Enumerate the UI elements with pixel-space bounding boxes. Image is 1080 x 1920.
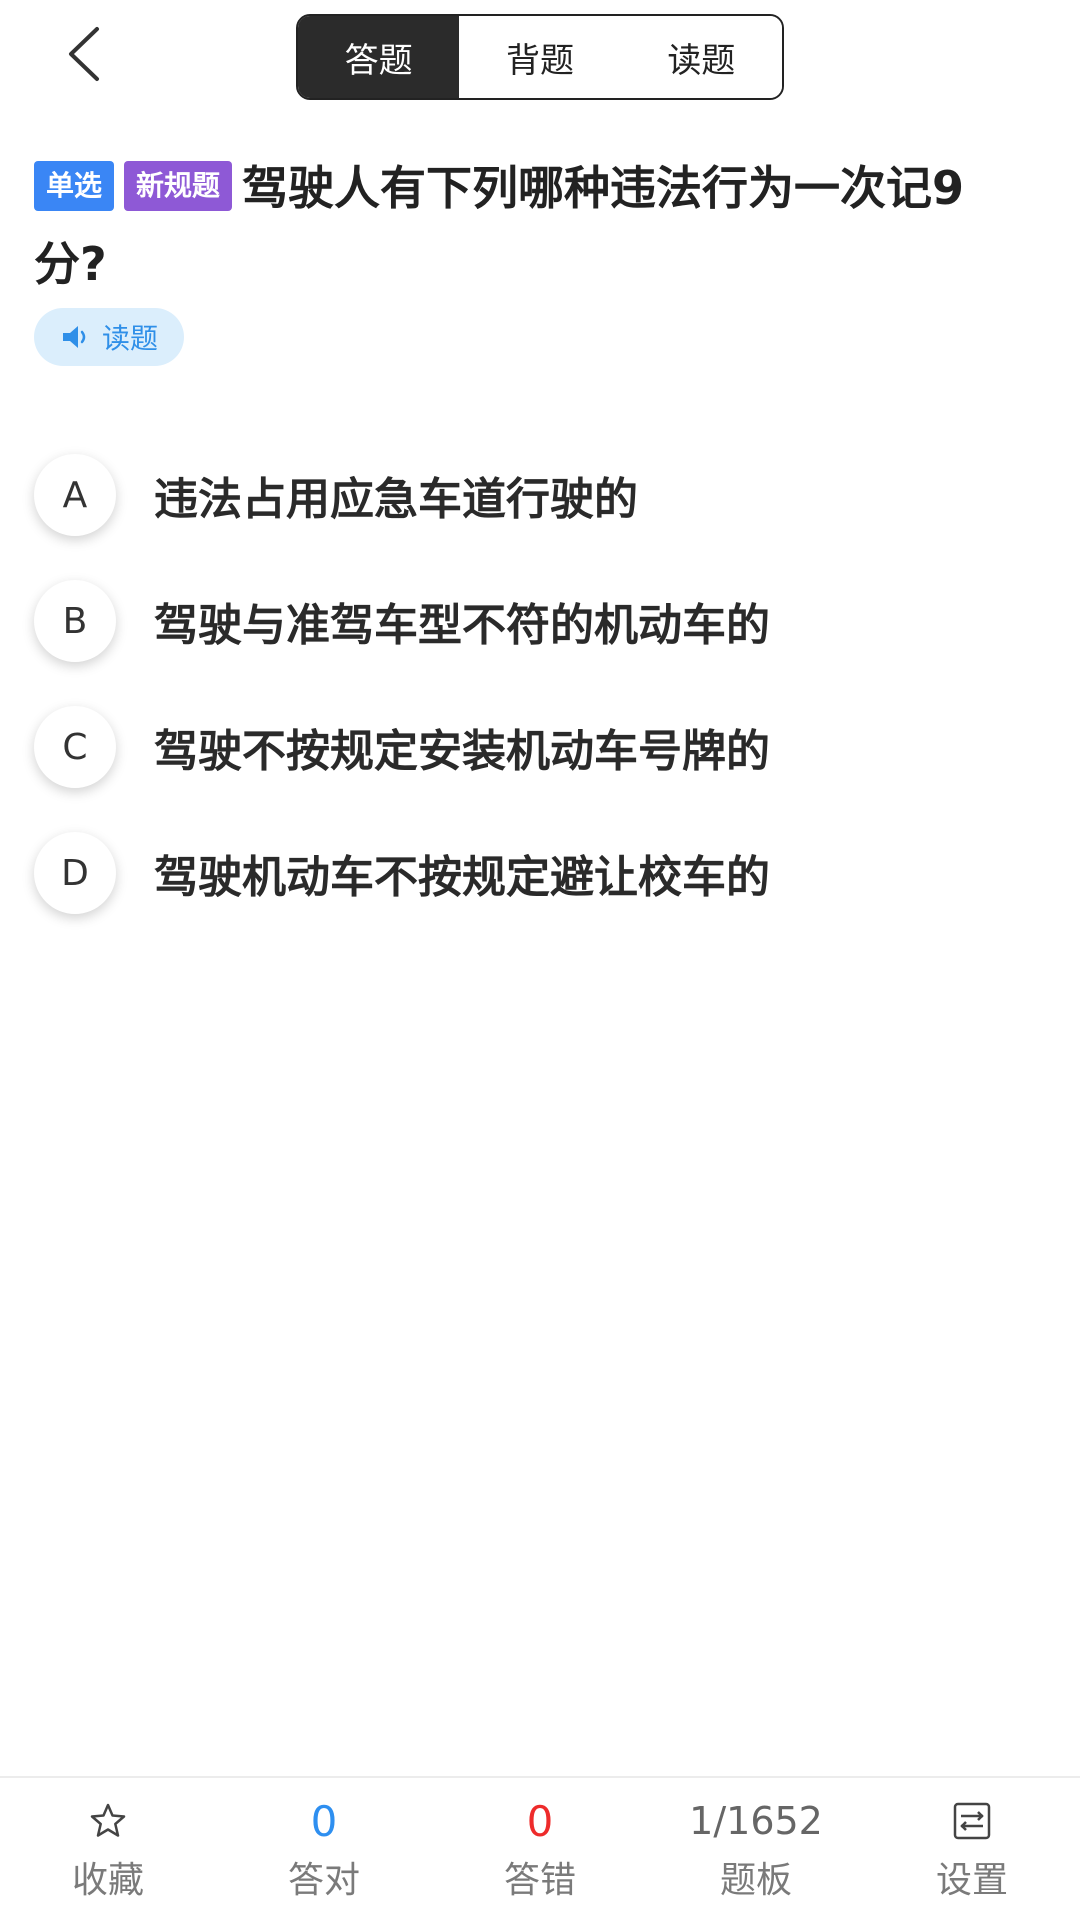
speaker-icon	[62, 326, 86, 348]
read-question-label: 读题	[101, 322, 158, 355]
settings-label: 设置	[935, 1860, 1008, 1901]
option-key: D	[34, 832, 116, 914]
favorite-label: 收藏	[71, 1860, 144, 1901]
option-text: 驾驶与准驾车型不符的机动车的	[154, 600, 770, 651]
correct-count: 0	[310, 1796, 338, 1846]
tab-read[interactable]: 读题	[620, 16, 782, 98]
tag-new-rule: 新规题	[124, 160, 233, 211]
option-key: A	[34, 454, 116, 536]
back-button[interactable]	[44, 14, 124, 94]
option-text: 驾驶不按规定安装机动车号牌的	[154, 726, 770, 777]
tab-answer[interactable]: 答题	[298, 16, 460, 98]
tag-single-choice: 单选	[34, 160, 115, 211]
mode-tabs: 答题 背题 读题	[296, 14, 784, 100]
header: 答题 背题 读题	[0, 0, 1080, 110]
correct-count-item: 0 答对	[216, 1778, 432, 1920]
option-text: 驾驶机动车不按规定避让校车的	[154, 852, 770, 903]
favorite-button[interactable]: 收藏	[0, 1778, 216, 1920]
wrong-count-item: 0 答错	[432, 1778, 648, 1920]
tab-recite[interactable]: 背题	[459, 16, 621, 98]
wrong-count: 0	[526, 1796, 554, 1846]
answer-options: A 违法占用应急车道行驶的 B 驾驶与准驾车型不符的机动车的 C 驾驶不按规定安…	[34, 432, 1044, 936]
wrong-label: 答错	[503, 1860, 576, 1901]
board-label: 题板	[719, 1860, 792, 1901]
chevron-left-icon	[69, 27, 99, 81]
option-key: B	[34, 580, 116, 662]
option-d[interactable]: D 驾驶机动车不按规定避让校车的	[34, 810, 1044, 936]
quiz-page: 答题 背题 读题 单选 新规题 驾驶人有下列哪种违法行为一次记9分? 读题 A 违法…	[0, 0, 1080, 1920]
option-a[interactable]: A 违法占用应急车道行驶的	[34, 432, 1044, 558]
question-stem: 单选 新规题 驾驶人有下列哪种违法行为一次记9分?	[34, 150, 1034, 302]
option-b[interactable]: B 驾驶与准驾车型不符的机动车的	[34, 558, 1044, 684]
read-question-button[interactable]: 读题	[34, 308, 184, 366]
settings-sliders-icon	[953, 1802, 991, 1840]
progress-counter: 1/1652	[689, 1799, 823, 1843]
bottom-bar: 收藏 0 答对 0 答错 1/1652 题板 设置	[0, 1776, 1080, 1920]
option-c[interactable]: C 驾驶不按规定安装机动车号牌的	[34, 684, 1044, 810]
settings-button[interactable]: 设置	[864, 1778, 1080, 1920]
star-icon	[90, 1803, 126, 1837]
option-key: C	[34, 706, 116, 788]
option-text: 违法占用应急车道行驶的	[154, 474, 638, 525]
question-board-button[interactable]: 1/1652 题板	[648, 1778, 864, 1920]
correct-label: 答对	[287, 1860, 360, 1901]
